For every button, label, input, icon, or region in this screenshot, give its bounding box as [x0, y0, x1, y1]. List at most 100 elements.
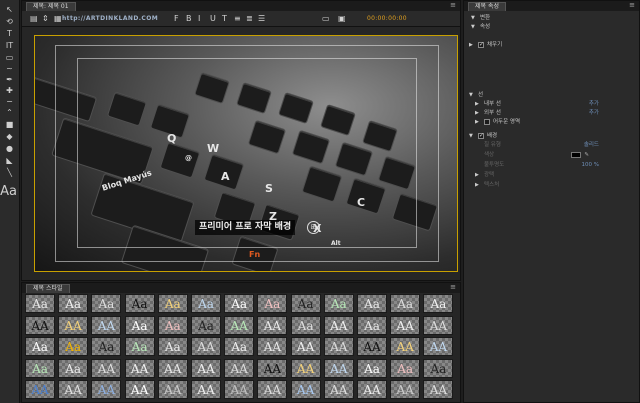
style-swatch[interactable]: Aa: [357, 294, 387, 313]
style-swatch[interactable]: AA: [423, 380, 454, 399]
property-row[interactable]: ▼ 변환: [464, 14, 639, 22]
style-swatch[interactable]: AA: [124, 380, 155, 399]
collapse-triangle-icon[interactable]: ▶: [475, 109, 479, 117]
style-swatch[interactable]: Aa: [357, 358, 387, 378]
style-swatch[interactable]: Aa: [191, 294, 221, 313]
style-swatch[interactable]: Aa: [191, 315, 221, 335]
clipped-rectangle-icon[interactable]: ◆: [3, 131, 16, 142]
add-anchor-icon[interactable]: ✚: [3, 85, 16, 96]
show-background-icon[interactable]: ▣: [338, 14, 346, 24]
timecode-display[interactable]: 00:00:00:00: [367, 15, 407, 22]
property-value[interactable]: 추가: [589, 109, 599, 117]
style-swatch[interactable]: AA: [191, 380, 221, 399]
style-swatch[interactable]: Aa: [224, 294, 255, 313]
style-swatch[interactable]: Aa: [257, 294, 288, 313]
templates-icon[interactable]: ▦: [54, 14, 62, 24]
style-swatch[interactable]: Aa: [290, 315, 321, 335]
line-tool-icon[interactable]: ╲: [3, 167, 16, 178]
vertical-type-icon[interactable]: IT: [3, 40, 16, 51]
property-row[interactable]: ▶ 어두운 영역: [464, 118, 639, 126]
property-row[interactable]: 칠 유형 솔리드: [464, 141, 639, 149]
style-swatch[interactable]: Aa: [91, 337, 122, 356]
area-type-icon[interactable]: ▭: [3, 52, 16, 63]
tab-title-01[interactable]: 제목: 제목 01: [26, 2, 76, 11]
size-icon[interactable]: T: [222, 14, 227, 24]
bold-icon[interactable]: B: [186, 14, 192, 24]
style-swatch[interactable]: Aa: [124, 294, 155, 313]
property-row[interactable]: ▶ 채우기: [464, 41, 639, 49]
selection-arrow-icon[interactable]: ↖: [3, 4, 16, 15]
font-family-icon[interactable]: F: [174, 14, 179, 24]
property-row[interactable]: ▶ 광택: [464, 171, 639, 179]
style-swatch[interactable]: AA: [390, 337, 421, 356]
style-swatch[interactable]: AA: [323, 315, 354, 335]
convert-anchor-icon[interactable]: ⌃: [3, 107, 16, 118]
style-swatch[interactable]: AA: [423, 315, 454, 335]
property-row[interactable]: ▼ 선: [464, 91, 639, 99]
property-row[interactable]: 불투명도 100 %: [464, 161, 639, 169]
property-checkbox[interactable]: [478, 132, 484, 140]
style-swatch[interactable]: AA: [91, 358, 122, 378]
style-swatch[interactable]: AA: [25, 315, 55, 335]
expand-triangle-icon[interactable]: ▼: [471, 14, 475, 22]
style-swatch[interactable]: Aa: [124, 315, 155, 335]
expand-triangle-icon[interactable]: ▼: [471, 23, 475, 31]
ellipse-tool-icon[interactable]: ●: [3, 143, 16, 154]
style-swatch[interactable]: AA: [423, 337, 454, 356]
new-title-icon[interactable]: ▤: [30, 14, 38, 24]
style-swatch[interactable]: AA: [390, 380, 421, 399]
style-swatch[interactable]: Aa: [157, 315, 188, 335]
property-checkbox[interactable]: [478, 41, 484, 49]
panel-menu-icon[interactable]: ≡: [450, 283, 456, 291]
property-row[interactable]: ▶ 텍스처: [464, 181, 639, 189]
collapse-triangle-icon[interactable]: ▶: [469, 41, 473, 49]
style-swatch[interactable]: AA: [157, 358, 188, 378]
italic-icon[interactable]: I: [198, 14, 200, 24]
property-row[interactable]: 색상 ✎: [464, 151, 639, 159]
style-swatch[interactable]: Aa: [25, 294, 55, 313]
style-swatch[interactable]: AA: [91, 380, 122, 399]
style-swatch[interactable]: AA: [224, 358, 255, 378]
style-swatch[interactable]: AA: [157, 380, 188, 399]
style-swatch[interactable]: AA: [191, 337, 221, 356]
collapse-triangle-icon[interactable]: ▶: [475, 100, 479, 108]
style-swatch[interactable]: AA: [25, 380, 55, 399]
wedge-tool-icon[interactable]: ◣: [3, 155, 16, 166]
style-swatch[interactable]: AA: [224, 315, 255, 335]
style-swatch[interactable]: AA: [357, 337, 387, 356]
delete-anchor-icon[interactable]: −: [3, 96, 16, 107]
text-style-icon[interactable]: Aa: [0, 183, 17, 199]
property-row[interactable]: ▼ 배경: [464, 132, 639, 140]
style-swatch[interactable]: AA: [91, 315, 122, 335]
collapse-triangle-icon[interactable]: ▶: [475, 118, 479, 126]
style-swatch[interactable]: AA: [257, 315, 288, 335]
style-swatch[interactable]: AA: [58, 315, 89, 335]
style-swatch[interactable]: AA: [224, 380, 255, 399]
panel-menu-icon[interactable]: ≡: [450, 1, 456, 9]
style-swatch[interactable]: AA: [58, 380, 89, 399]
style-swatch[interactable]: AA: [257, 337, 288, 356]
style-swatch[interactable]: Aa: [25, 337, 55, 356]
align-left-icon[interactable]: ≡: [234, 14, 241, 24]
align-right-icon[interactable]: ☰: [258, 14, 265, 24]
eyedropper-icon[interactable]: ✎: [584, 151, 589, 159]
style-swatch[interactable]: AA: [323, 337, 354, 356]
style-swatch[interactable]: Aa: [124, 337, 155, 356]
roll-crawl-icon[interactable]: ⇕: [42, 14, 49, 24]
property-row[interactable]: ▼ 속성: [464, 23, 639, 31]
style-swatch[interactable]: AA: [290, 380, 321, 399]
panel-menu-icon[interactable]: ≡: [629, 1, 635, 9]
style-swatch[interactable]: Aa: [25, 358, 55, 378]
style-swatch[interactable]: AA: [290, 337, 321, 356]
color-swatch[interactable]: [571, 152, 581, 158]
style-swatch[interactable]: AA: [290, 358, 321, 378]
subtitle-text-box[interactable]: 프리미어 프로 자막 배경: [195, 220, 296, 235]
property-value[interactable]: 추가: [589, 100, 599, 108]
property-value[interactable]: 100 %: [582, 161, 599, 169]
style-swatch[interactable]: AA: [357, 380, 387, 399]
tab-stops-icon[interactable]: ▭: [322, 14, 330, 24]
tab-title-properties[interactable]: 제목 속성: [468, 2, 506, 11]
style-swatch[interactable]: Aa: [58, 294, 89, 313]
collapse-triangle-icon[interactable]: ▶: [475, 181, 479, 189]
style-swatch[interactable]: Aa: [390, 358, 421, 378]
